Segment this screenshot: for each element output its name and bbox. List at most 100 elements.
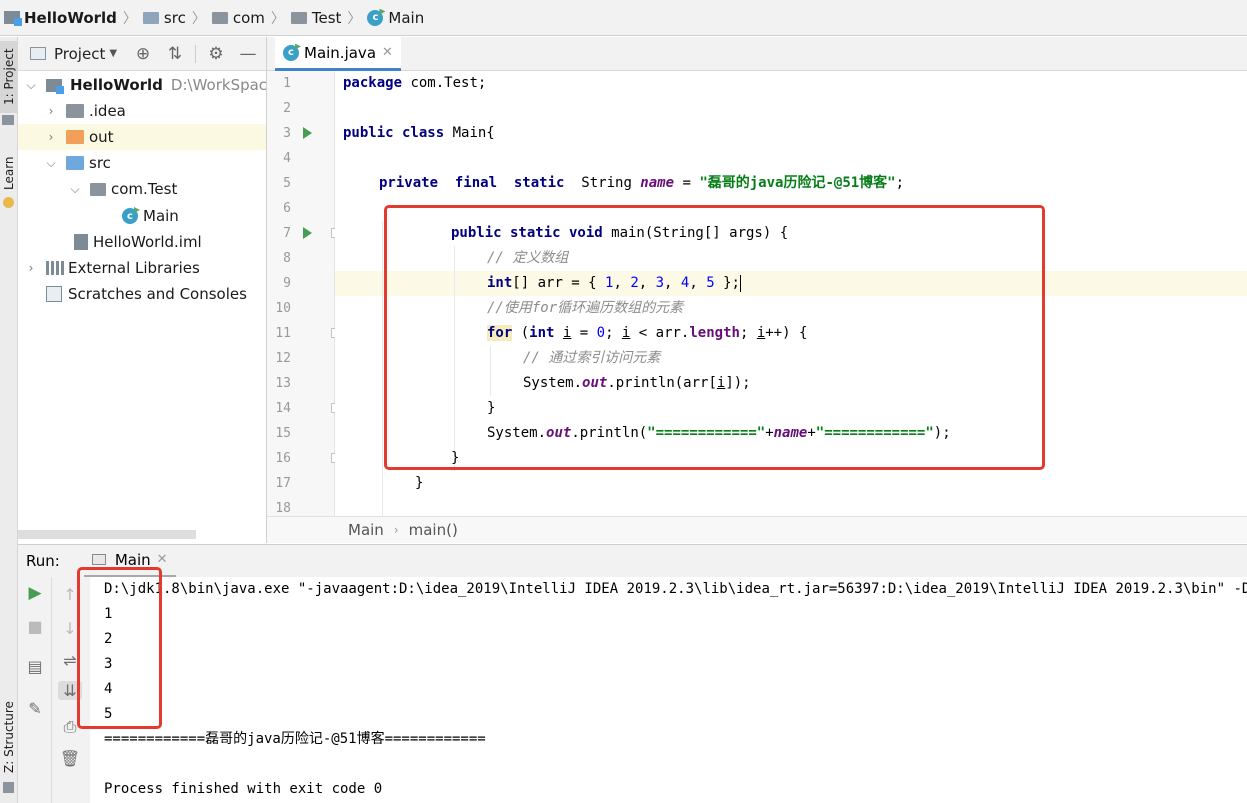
breadcrumb-test[interactable]: Test bbox=[290, 9, 341, 27]
tab-main-java[interactable]: c Main.java ✕ bbox=[275, 37, 401, 71]
tree-item-iml[interactable]: HelloWorld.iml bbox=[74, 229, 202, 255]
line-number: 1 bbox=[283, 76, 291, 91]
java-class-icon: c bbox=[283, 44, 299, 61]
chevron-right-icon: › bbox=[48, 130, 54, 144]
locate-target-icon[interactable]: ⊕ bbox=[127, 44, 159, 64]
stop-icon[interactable]: ■ bbox=[23, 617, 47, 636]
keyword-token: package bbox=[343, 75, 403, 91]
tree-item-label: out bbox=[89, 128, 114, 146]
line-number: 3 bbox=[283, 126, 291, 141]
line-number: 14 bbox=[275, 401, 291, 416]
chevron-down-icon: ⌵ bbox=[26, 77, 36, 92]
structure-icon bbox=[3, 782, 14, 793]
editor-crumb-method[interactable]: main() bbox=[409, 521, 458, 539]
layout-icon[interactable]: ▤ bbox=[23, 657, 47, 676]
run-class-icon[interactable] bbox=[303, 127, 312, 139]
line-number: 15 bbox=[275, 426, 291, 441]
tree-item-label: src bbox=[89, 154, 111, 172]
code-token: Main{ bbox=[444, 125, 495, 141]
line-number: 7 bbox=[283, 226, 291, 241]
code-line-17: } bbox=[415, 471, 423, 496]
tree-item-label: .idea bbox=[89, 102, 126, 120]
editor-gutter: 1 2 3 4 5 6 7 8 9 10 11 12 13 14 15 16 1… bbox=[267, 71, 341, 516]
breadcrumb-project-label: HelloWorld bbox=[24, 8, 117, 27]
rerun-icon[interactable]: ▶ bbox=[23, 583, 47, 603]
chevron-right-icon: › bbox=[28, 261, 34, 275]
breadcrumb-com-label: com bbox=[232, 8, 265, 27]
string-token: "磊哥的java历险记-@51博客" bbox=[699, 175, 896, 191]
keyword-token: private final static bbox=[379, 175, 565, 191]
breadcrumb-com[interactable]: com bbox=[211, 8, 265, 27]
run-main-icon[interactable] bbox=[303, 227, 312, 239]
folder-icon bbox=[142, 11, 159, 24]
tab-learn-label: Learn bbox=[2, 156, 16, 190]
line-number: 2 bbox=[283, 101, 291, 116]
tree-item-scratches[interactable]: Scratches and Consoles bbox=[46, 281, 247, 307]
left-tool-stripe: 1: Project Learn Z: Structure bbox=[0, 37, 18, 803]
tree-item-root[interactable]: ⌵ HelloWorld D:\WorkSpaces bbox=[24, 72, 284, 98]
annotation-box-output bbox=[77, 567, 162, 729]
module-icon bbox=[4, 11, 22, 26]
console-output[interactable]: D:\jdk1.8\bin\java.exe "-javaagent:D:\id… bbox=[90, 577, 1247, 803]
line-number: 16 bbox=[275, 451, 291, 466]
collapse-all-icon[interactable]: ⇅ bbox=[159, 44, 191, 64]
chevron-right-icon: › bbox=[393, 523, 399, 537]
trash-icon[interactable]: 🗑 bbox=[58, 749, 82, 768]
annotation-box-code bbox=[384, 205, 1045, 470]
line-number: 17 bbox=[275, 476, 291, 491]
folder-icon bbox=[2, 115, 14, 125]
package-icon bbox=[211, 11, 228, 24]
line-number: 5 bbox=[283, 176, 291, 191]
breadcrumb-main[interactable]: c Main bbox=[367, 9, 424, 27]
gear-icon[interactable]: ⚙ bbox=[200, 44, 232, 64]
chevron-right-icon: 〉 bbox=[191, 10, 206, 27]
console-icon bbox=[91, 554, 106, 565]
line-number: 13 bbox=[275, 376, 291, 391]
chevron-right-icon: 〉 bbox=[270, 10, 285, 27]
breadcrumb-project[interactable]: HelloWorld bbox=[4, 9, 117, 27]
module-icon bbox=[46, 78, 64, 94]
java-class-icon: c bbox=[367, 9, 384, 26]
field-token: name bbox=[640, 175, 675, 191]
line-number: 10 bbox=[275, 301, 291, 316]
scratches-icon bbox=[46, 286, 62, 302]
chevron-down-icon: ⌵ bbox=[46, 155, 56, 170]
module-file-icon bbox=[74, 234, 88, 250]
breadcrumb-src[interactable]: src bbox=[142, 8, 186, 27]
console-line-command: D:\jdk1.8\bin\java.exe "-javaagent:D:\id… bbox=[104, 581, 1247, 597]
tree-item-src[interactable]: ⌵ src bbox=[44, 150, 111, 176]
tab-project-toolwindow[interactable]: 1: Project bbox=[0, 41, 18, 113]
run-toolbar-primary: ▶ ■ ▤ ✎ bbox=[18, 577, 52, 803]
project-horizontal-scrollbar[interactable] bbox=[18, 530, 196, 539]
code-token: String bbox=[564, 175, 641, 191]
code-line-1: package com.Test; bbox=[343, 71, 486, 96]
indent-guide bbox=[382, 221, 383, 516]
line-number: 6 bbox=[283, 201, 291, 216]
line-number: 8 bbox=[283, 251, 291, 266]
breadcrumb-src-label: src bbox=[163, 8, 186, 27]
java-class-icon: c bbox=[122, 208, 138, 224]
tree-item-idea[interactable]: › .idea bbox=[44, 98, 126, 124]
close-icon[interactable]: ✕ bbox=[157, 552, 168, 567]
tab-learn[interactable]: Learn bbox=[0, 149, 18, 197]
tree-item-external-libraries[interactable]: › External Libraries bbox=[24, 255, 200, 281]
code-token: = bbox=[674, 175, 700, 191]
tree-item-package[interactable]: ⌵ com.Test bbox=[68, 176, 177, 202]
project-view-selector[interactable]: Project ▼ bbox=[30, 45, 117, 63]
tree-item-main[interactable]: c Main bbox=[122, 203, 179, 229]
close-icon[interactable]: ✕ bbox=[382, 45, 393, 60]
tab-main-java-label: Main.java bbox=[304, 43, 377, 62]
line-number: 9 bbox=[283, 276, 291, 291]
package-icon bbox=[90, 182, 106, 196]
tree-item-out[interactable]: › out bbox=[18, 124, 266, 150]
tab-structure[interactable]: Z: Structure bbox=[0, 697, 18, 777]
hide-icon[interactable]: — bbox=[232, 44, 264, 64]
chevron-right-icon: 〉 bbox=[122, 10, 137, 27]
editor-crumb-class[interactable]: Main bbox=[348, 521, 384, 539]
project-view-icon bbox=[30, 47, 46, 60]
console-line: ============磊哥的java历险记-@51博客============ bbox=[104, 731, 486, 747]
line-number: 12 bbox=[275, 351, 291, 366]
project-panel-title: Project bbox=[54, 44, 106, 63]
pin-icon[interactable]: ✎ bbox=[23, 699, 47, 718]
tab-structure-label: Z: Structure bbox=[2, 701, 16, 773]
